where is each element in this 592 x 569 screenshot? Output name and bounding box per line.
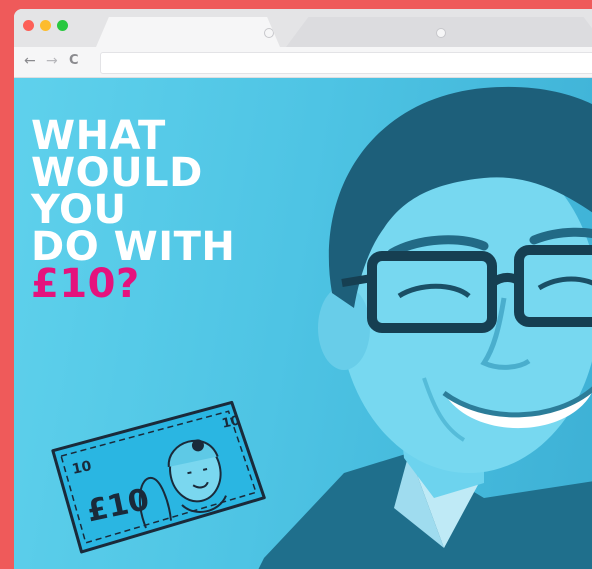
browser-tab-1[interactable] bbox=[96, 17, 280, 47]
window-controls bbox=[23, 20, 68, 31]
browser-window: ← → C WHAT WOULD YOU DO WITH £10? 10 10 … bbox=[14, 9, 592, 569]
back-arrow-icon[interactable]: ← bbox=[24, 53, 36, 69]
browser-tab-2[interactable] bbox=[286, 17, 592, 47]
forward-arrow-icon[interactable]: → bbox=[46, 53, 58, 69]
title-bar bbox=[14, 9, 592, 47]
page-viewport: WHAT WOULD YOU DO WITH £10? 10 10 £10 bbox=[14, 78, 592, 569]
minimize-window-button[interactable] bbox=[40, 20, 51, 31]
hero-headline: WHAT WOULD YOU DO WITH £10? bbox=[31, 116, 235, 307]
close-window-button[interactable] bbox=[23, 20, 34, 31]
address-bar[interactable] bbox=[100, 52, 592, 74]
browser-toolbar: ← → C bbox=[14, 47, 592, 78]
zoom-window-button[interactable] bbox=[57, 20, 68, 31]
reload-icon[interactable]: C bbox=[69, 53, 79, 69]
headline-accent: £10? bbox=[31, 261, 140, 307]
tab-close-icon[interactable] bbox=[264, 28, 274, 38]
banknote-illustration: 10 10 £10 bbox=[51, 400, 266, 554]
tab-close-icon[interactable] bbox=[436, 28, 446, 38]
